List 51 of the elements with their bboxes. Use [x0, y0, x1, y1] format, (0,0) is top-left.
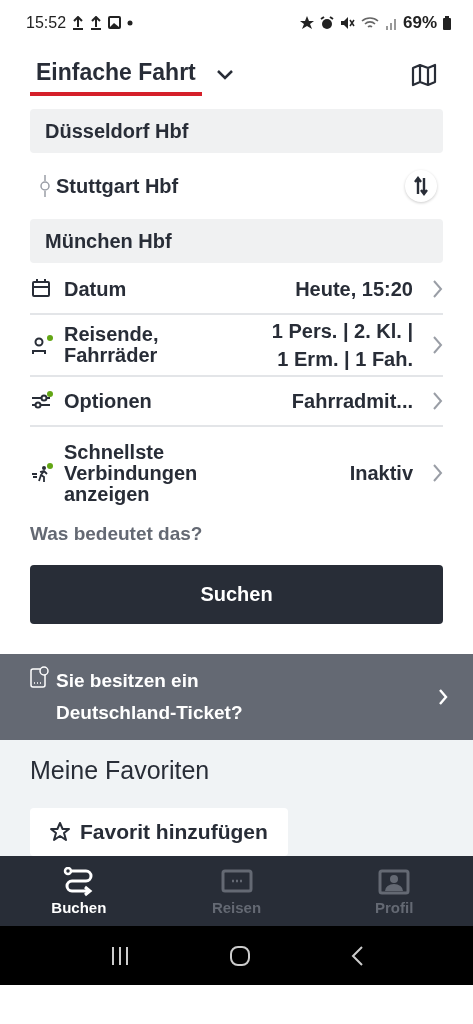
alarm-icon	[319, 15, 334, 30]
option-row[interactable]: Optionen Fahrradmit...	[30, 377, 443, 427]
calendar-icon	[31, 278, 53, 300]
via-stop-icon	[40, 175, 50, 197]
ticket-card-icon	[30, 666, 50, 690]
chevron-right-icon	[431, 391, 443, 411]
help-link[interactable]: Was bedeutet das?	[30, 523, 203, 545]
chevron-right-icon	[431, 279, 443, 299]
home-icon[interactable]	[228, 944, 251, 967]
battery-icon	[443, 15, 451, 30]
option-label: Schnellste Verbindungen anzeigen	[64, 441, 199, 505]
option-row[interactable]: Reisende, Fahrräder 1 Pers. | 2. Kl. | 1 Erm. | 1 Fah.	[30, 315, 443, 377]
option-label: Optionen	[64, 390, 153, 412]
option-row[interactable]: Schnellste Verbindungen anzeigen Inaktiv	[30, 427, 443, 519]
wifi-icon	[360, 15, 379, 30]
star-icon	[299, 15, 314, 30]
station-field[interactable]: München Hbf	[30, 219, 443, 263]
image-icon	[108, 16, 122, 29]
upload-icon	[90, 15, 103, 30]
upload-icon	[72, 15, 85, 30]
swap-button[interactable]	[405, 170, 437, 202]
banner-text: Sie besitzen ein Deutschland-Ticket?	[56, 669, 244, 725]
chevron-right-icon	[431, 463, 443, 483]
option-value: 1 Pers. | 2. Kl. | 1 Erm. | 1 Fah.	[270, 319, 413, 372]
option-value: Fahrradmit...	[291, 389, 413, 414]
trip-type-tab[interactable]: Einfache Fahrt	[30, 54, 202, 96]
swap-arrows-icon	[414, 176, 428, 196]
option-value: Inaktiv	[349, 461, 413, 486]
battery-text: 69%	[402, 12, 437, 33]
back-icon[interactable]	[349, 944, 364, 967]
status-time: 15:52	[26, 13, 67, 32]
caret-icon[interactable]	[215, 69, 234, 81]
section-heading: Meine Favoriten	[30, 755, 211, 786]
mute-icon	[339, 15, 355, 30]
map-icon[interactable]	[411, 63, 437, 87]
recent-apps-icon[interactable]	[109, 945, 130, 966]
station-field[interactable]: Düsseldorf Hbf	[30, 109, 443, 153]
star-outline-icon	[50, 822, 70, 842]
route-icon	[62, 866, 95, 897]
add-favorite-button[interactable]: Favorit hinzufügen	[30, 808, 288, 856]
option-row[interactable]: Datum Heute, 15:20	[30, 265, 443, 315]
option-value: Heute, 15:20	[295, 277, 413, 302]
via-station[interactable]: Stuttgart Hbf	[56, 174, 179, 198]
chevron-right-icon	[437, 688, 449, 706]
chevron-right-icon	[431, 335, 443, 355]
option-label: Reisende, Fahrräder	[64, 324, 160, 366]
ticket-banner[interactable]: Sie besitzen ein Deutschland-Ticket?	[0, 654, 473, 740]
option-label: Datum	[64, 278, 128, 300]
nav-tab[interactable]: Buchen	[0, 856, 158, 926]
dot-icon	[127, 19, 134, 26]
search-button[interactable]: Suchen	[30, 565, 443, 624]
